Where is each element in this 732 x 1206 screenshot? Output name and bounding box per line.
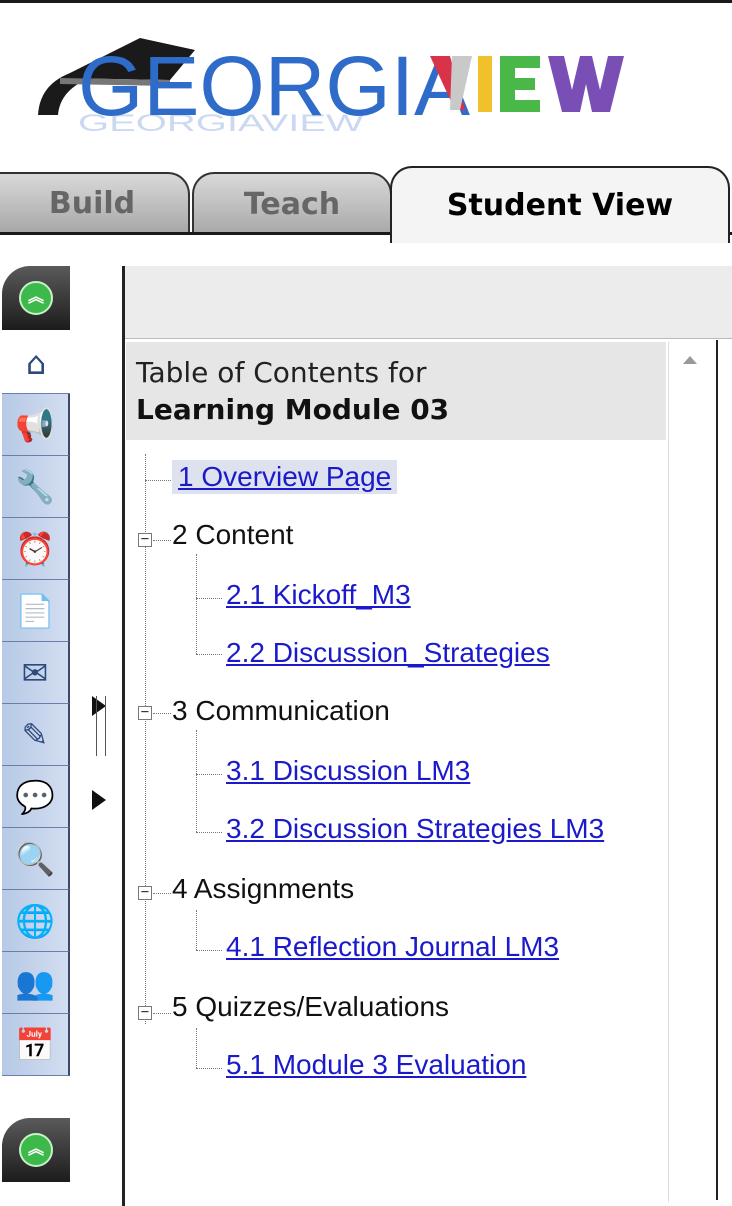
rail-item-roster[interactable]: 👥	[2, 952, 70, 1014]
toc-item-overview[interactable]: 1 Overview Page	[172, 460, 398, 494]
toc-heading-line1: Table of Contents for	[136, 356, 427, 389]
rail-item-web-links[interactable]: 🌐	[2, 890, 70, 952]
rail-item-discussions[interactable]: 💬	[2, 766, 70, 828]
toc-folder-communication[interactable]: 3 Communication	[172, 694, 390, 728]
home-icon: ⌂	[25, 343, 47, 382]
scroll-up-arrow-icon[interactable]	[683, 356, 697, 364]
svg-text:GEORGIAVIEW: GEORGIAVIEW	[78, 109, 364, 136]
globe-icon: 🌐	[15, 901, 55, 940]
collapse-up-button-2[interactable]: ︽	[2, 1118, 70, 1182]
toc-folder-assignments[interactable]: 4 Assignments	[172, 872, 354, 906]
tab-build[interactable]: Build	[0, 172, 190, 232]
toc-item-discussion-strategies[interactable]: 2.2 Discussion_Strategies	[226, 636, 550, 670]
rail-item-tools[interactable]: 🔧	[2, 456, 70, 518]
toc-folder-quizzes[interactable]: 5 Quizzes/Evaluations	[172, 990, 449, 1024]
resize-grip[interactable]	[96, 696, 106, 756]
rail-item-assignments[interactable]: 📄	[2, 580, 70, 642]
content-toolbar	[125, 266, 732, 339]
toc-item-kickoff[interactable]: 2.1 Kickoff_M3	[226, 578, 411, 612]
collapse-toggle-quizzes[interactable]: −	[138, 1005, 152, 1020]
chat-icon: 💬	[15, 777, 55, 816]
top-border	[0, 0, 732, 3]
toc-item-discussion-strategies-lm3[interactable]: 3.2 Discussion Strategies LM3	[226, 812, 604, 846]
toc-folder-content[interactable]: 2 Content	[172, 518, 293, 552]
rail-item-announcements[interactable]: 📢	[2, 394, 70, 456]
megaphone-icon: 📢	[15, 405, 55, 444]
collapse-up-button[interactable]: ︽	[2, 266, 70, 330]
toc-tree: 1 Overview Page − 2 Content 2.1 Kickoff_…	[126, 450, 666, 1150]
rail-item-tasks[interactable]: ✎	[2, 704, 70, 766]
envelope-icon: ✉	[21, 653, 49, 692]
georgiaview-logo: GEORGIA GEORGIAVIEW	[20, 20, 640, 160]
rail-item-calendar[interactable]: 📅	[2, 1014, 70, 1076]
tab-student-view[interactable]: Student View	[390, 166, 730, 243]
calendar-icon: 📅	[15, 1025, 55, 1064]
toc-heading-module: Learning Module 03	[136, 393, 450, 426]
chevron-up-icon: ︽	[19, 1133, 53, 1167]
toc-item-discussion-lm3[interactable]: 3.1 Discussion LM3	[226, 754, 470, 788]
wand-icon: ✎	[21, 715, 49, 754]
logo-graphic: GEORGIA GEORGIAVIEW	[38, 38, 624, 136]
toc-header: Table of Contents for Learning Module 03	[126, 342, 666, 440]
vertical-scrollbar[interactable]	[668, 342, 715, 1202]
tab-bar: Build Teach Student View	[0, 160, 732, 243]
clock-icon: ⏰	[15, 529, 55, 568]
rail-item-search[interactable]: 🔍	[2, 828, 70, 890]
collapse-toggle-assignments[interactable]: −	[138, 885, 152, 900]
content-frame-border-right	[716, 340, 718, 1200]
toc-item-reflection-journal[interactable]: 4.1 Reflection Journal LM3	[226, 930, 559, 964]
tab-teach[interactable]: Teach	[192, 172, 392, 234]
people-icon: 👥	[15, 963, 55, 1002]
document-icon: 📄	[15, 591, 55, 630]
collapse-toggle-communication[interactable]: −	[138, 705, 152, 720]
collapse-toggle-content[interactable]: −	[138, 532, 152, 547]
chevron-up-icon: ︽	[19, 281, 53, 315]
rail-item-home[interactable]: ⌂	[2, 332, 70, 394]
content-frame-border	[122, 266, 125, 1206]
rail-item-mail[interactable]: ✉	[2, 642, 70, 704]
rail-item-schedule[interactable]: ⏰	[2, 518, 70, 580]
tool-rail: ︽ ⌂ 📢 🔧 ⏰ 📄 ✉ ✎ 💬 🔍 🌐 👥 📅 ︽	[0, 266, 72, 1206]
toc-item-module-evaluation[interactable]: 5.1 Module 3 Evaluation	[226, 1048, 526, 1082]
collapse-arrow-icon[interactable]	[92, 790, 106, 810]
logo-view-letters	[430, 56, 624, 112]
tools-icon: 🔧	[15, 467, 55, 506]
pane-divider[interactable]	[84, 266, 114, 1206]
search-icon: 🔍	[15, 839, 55, 878]
